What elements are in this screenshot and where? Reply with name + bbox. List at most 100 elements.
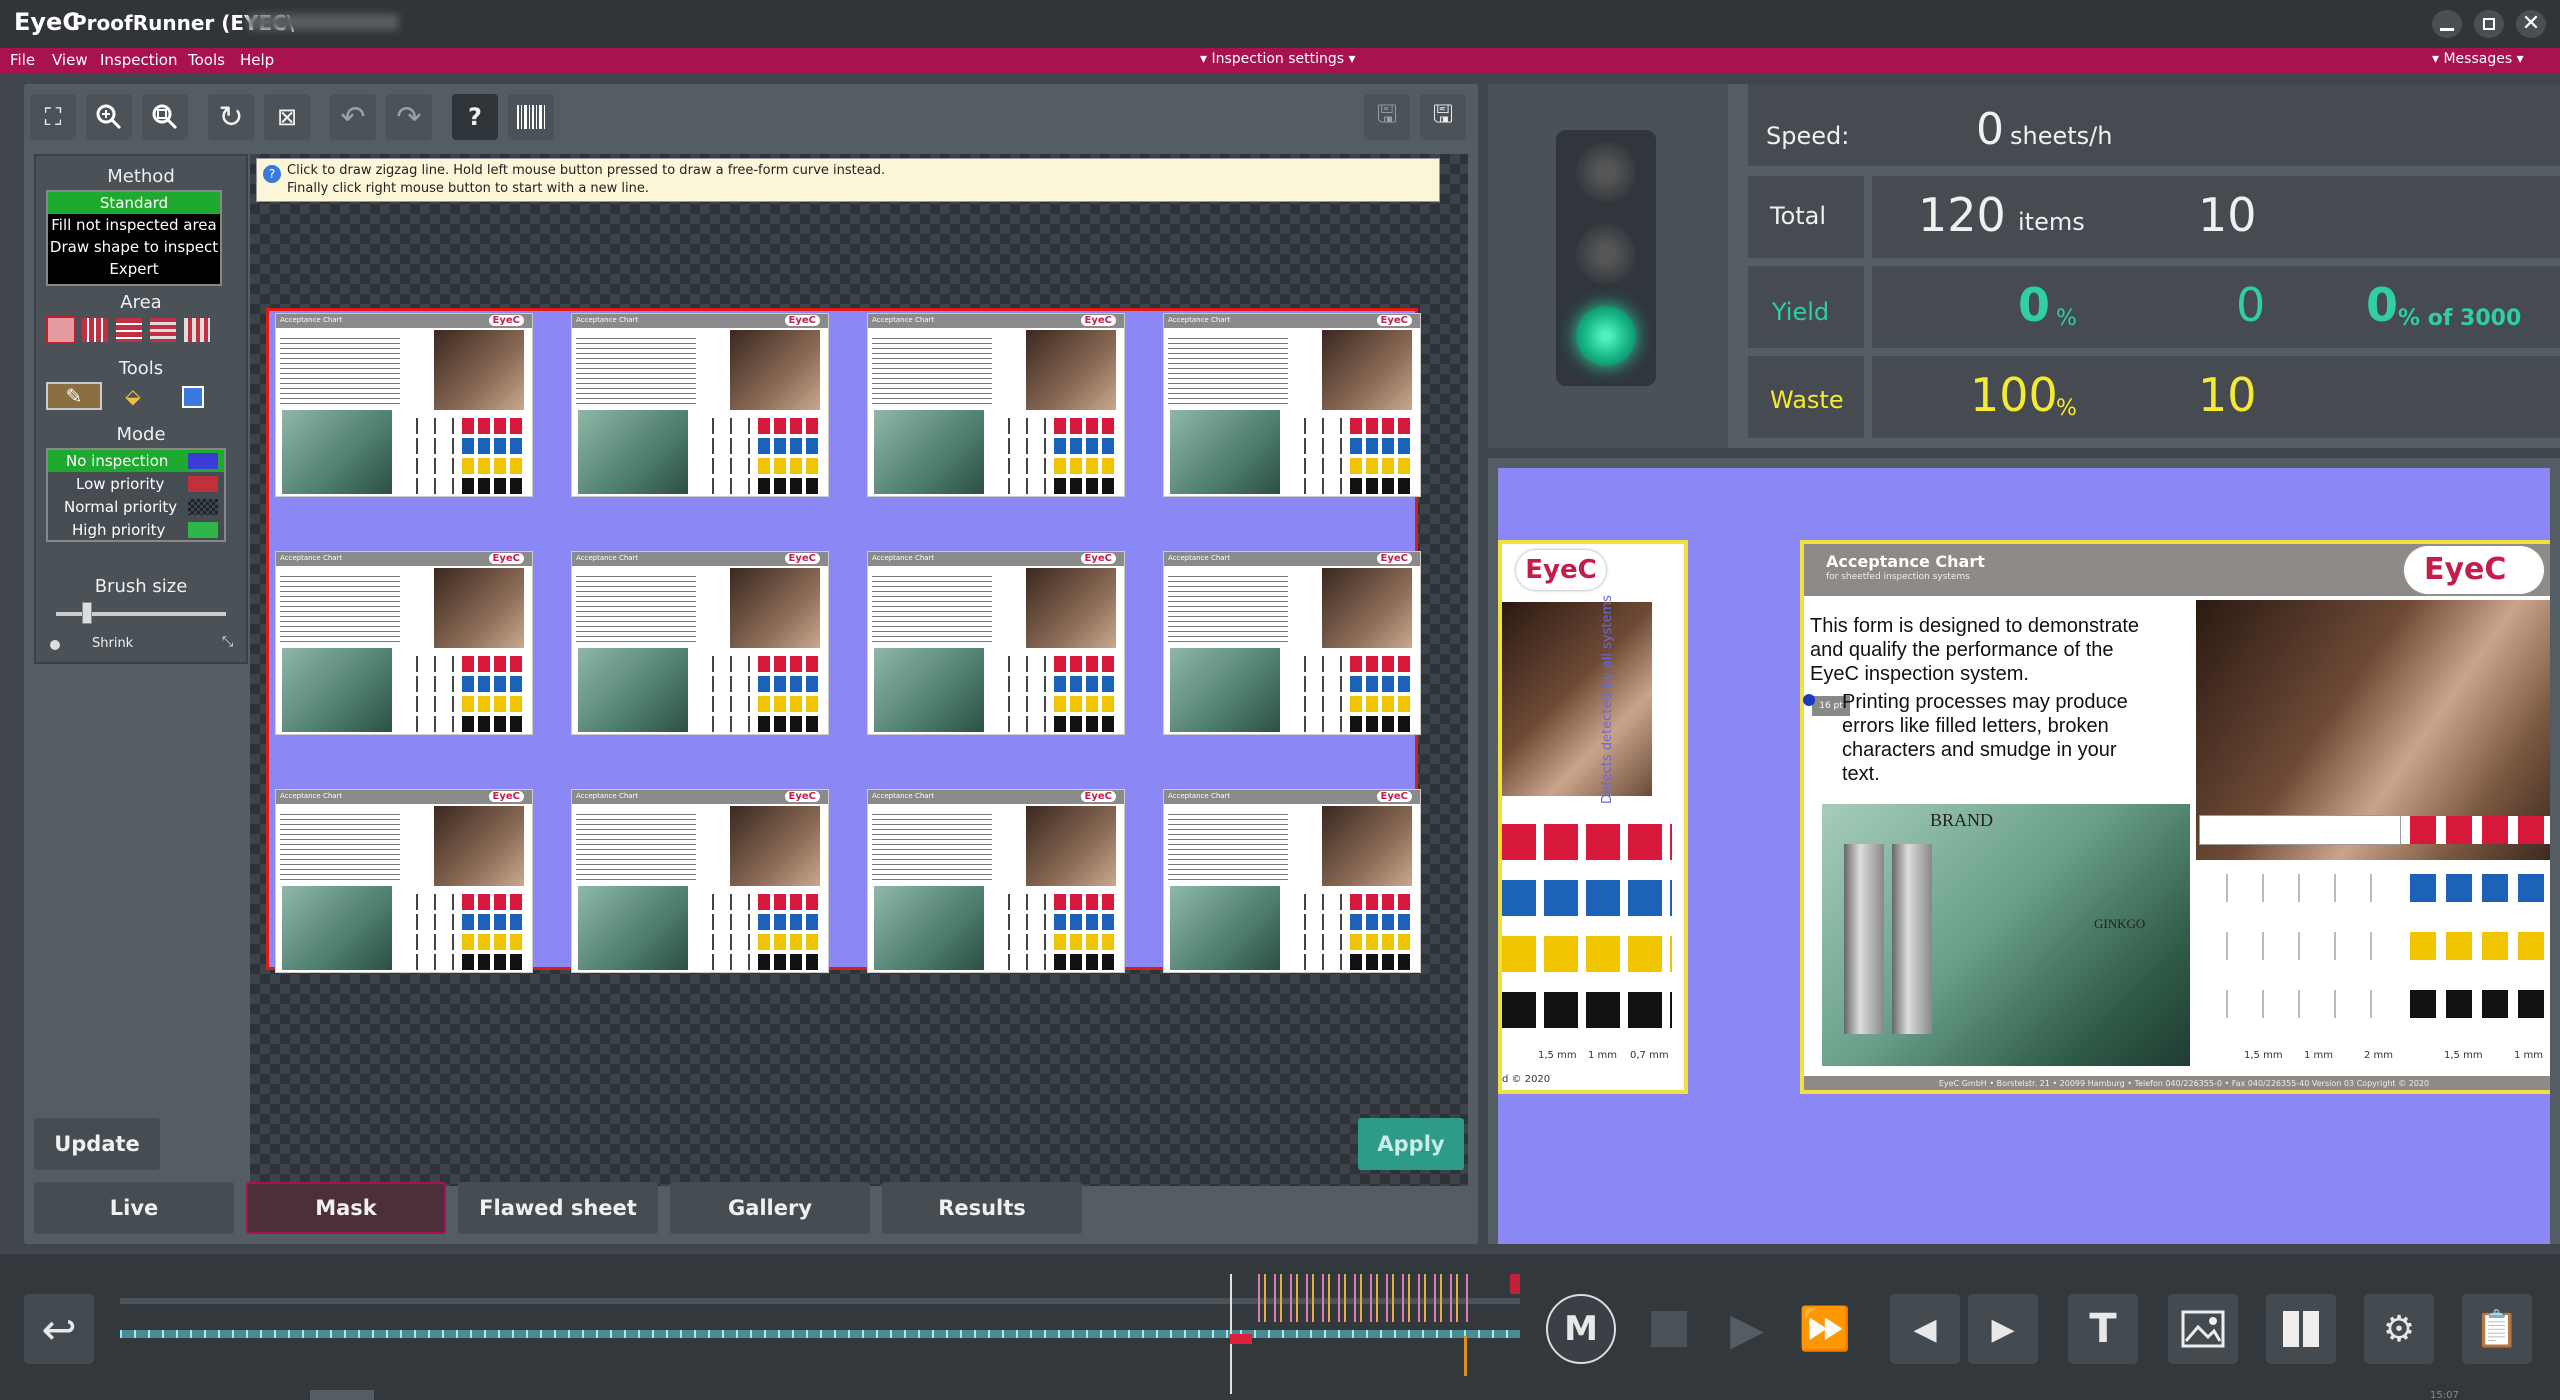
messages-menu[interactable]: ▾ Messages ▾ (2432, 51, 2524, 67)
sheet-cell-swatch-row (400, 914, 526, 930)
area-all-icon[interactable] (46, 316, 76, 344)
preview-chart-subtitle: for sheetfed inspection systems (1826, 572, 1970, 582)
total-value: 120 (1918, 188, 2006, 242)
restore-icon[interactable] (2474, 10, 2504, 38)
mask-editor-pane: ⛶ ↻ ⊠ ↶ ↷ ? 🖫 🖫 Method Standard Fill not… (24, 84, 1478, 1244)
minimize-icon[interactable] (2432, 10, 2462, 38)
preview-left-vertical-text: Defects detected by all systems (1600, 595, 1615, 804)
refresh-icon[interactable]: ↻ (208, 94, 254, 140)
apply-button[interactable]: Apply (1358, 1118, 1464, 1170)
shrink-checkbox[interactable] (50, 640, 60, 650)
inspection-settings-menu[interactable]: ▾ Inspection settings ▾ (1200, 51, 1356, 67)
sheet-cell-product (874, 886, 984, 970)
pen-tool-icon[interactable]: ✎ (46, 382, 102, 410)
help-icon[interactable]: ? (452, 94, 498, 140)
sheet-mask[interactable]: Acceptance Chart EyeC Acceptance Chart EyeC… (266, 308, 1421, 973)
undo-icon[interactable]: ↶ (330, 94, 376, 140)
prev-icon[interactable]: ◀ (1890, 1294, 1960, 1364)
area-grid-icon[interactable] (82, 318, 108, 342)
mask-canvas[interactable]: ? Click to draw zigzag line. Hold left m… (250, 154, 1468, 1186)
menu-tools[interactable]: Tools (188, 51, 225, 69)
method-expert[interactable]: Expert (48, 258, 220, 280)
text-icon[interactable]: T (2068, 1294, 2138, 1364)
redo-icon[interactable]: ↷ (386, 94, 432, 140)
sheet-cell-swatch-row (400, 458, 526, 474)
mode-no-inspection[interactable]: No inspection (48, 450, 224, 472)
fit-icon[interactable]: ⛶ (30, 94, 76, 140)
save-icon[interactable]: 🖫 (1364, 94, 1410, 140)
tab-results[interactable]: Results (882, 1182, 1082, 1234)
clipboard-check-icon[interactable]: 📋 (2462, 1294, 2532, 1364)
preview-left-portrait (1502, 602, 1652, 796)
save-as-icon[interactable]: 🖫 (1420, 94, 1466, 140)
mode-normal-priority[interactable]: Normal priority (48, 496, 224, 518)
mode-low-priority[interactable]: Low priority (48, 473, 224, 495)
rectangle-tool-icon[interactable] (182, 386, 204, 408)
zoom-in-icon[interactable] (86, 94, 132, 140)
preview-swatches (2199, 815, 2550, 1066)
play-icon[interactable]: ▶ (1712, 1294, 1782, 1364)
tab-live[interactable]: Live (34, 1182, 234, 1234)
sheet-cell-logo: EyeC (488, 315, 524, 326)
sheet-cell-swatch-row (696, 438, 822, 454)
barcode-icon[interactable] (508, 94, 554, 140)
timeline[interactable] (120, 1274, 1520, 1394)
image-icon[interactable] (2168, 1294, 2238, 1364)
sheet-cell-logo: EyeC (1376, 315, 1412, 326)
window-title-blurred (248, 14, 398, 30)
camera-settings-icon[interactable]: ⚙ (2364, 1294, 2434, 1364)
sheet-cell-swatch-row (992, 656, 1118, 672)
clock: 15:07 (2430, 1390, 2459, 1400)
fill-tool-icon[interactable]: ⬙ (116, 382, 150, 410)
method-draw-shape[interactable]: Draw shape to inspect (48, 236, 220, 258)
sheet-cell-title: Acceptance Chart (280, 792, 343, 800)
sheet-cell-swatch-row (992, 696, 1118, 712)
timeline-events (1250, 1274, 1470, 1322)
delete-selection-icon[interactable]: ⊠ (264, 94, 310, 140)
sheet-cell-text (576, 334, 696, 404)
next-icon[interactable]: ▶ (1968, 1294, 2038, 1364)
tab-gallery[interactable]: Gallery (670, 1182, 870, 1234)
sheet-cell-swatch-row (400, 676, 526, 692)
yield-label: Yield (1772, 298, 1830, 326)
waste-percent: 100 (1970, 368, 2058, 422)
sheet-cell-swatch-row (1288, 478, 1414, 494)
sheet-cell-swatch-row (696, 934, 822, 950)
zoom-region-icon[interactable] (142, 94, 188, 140)
sheet-cell: Acceptance Chart EyeC (1163, 313, 1421, 497)
sheet-cell: Acceptance Chart EyeC (275, 551, 533, 735)
method-fill-not-inspected[interactable]: Fill not inspected area (48, 214, 220, 236)
tab-mask[interactable]: Mask (246, 1182, 446, 1234)
mode-high-priority[interactable]: High priority (48, 519, 224, 541)
area-grid-red-icon[interactable] (116, 318, 142, 342)
back-icon[interactable]: ↩ (24, 1294, 94, 1364)
sheet-cell-portrait (434, 568, 524, 648)
sheet-cell-swatch-row (992, 676, 1118, 692)
preview-para-1: This form is designed to demonstrate and… (1810, 615, 2140, 685)
marker-icon[interactable]: M (1546, 1294, 1616, 1364)
area-columns-icon[interactable] (184, 318, 210, 342)
expand-icon[interactable]: ⤡ (222, 634, 233, 650)
sheet-cell-swatch-row (1288, 676, 1414, 692)
menu-inspection[interactable]: Inspection (100, 51, 177, 69)
sheet-cell-product (874, 648, 984, 732)
fast-forward-icon[interactable]: ⏩ (1790, 1294, 1860, 1364)
menu-file[interactable]: File (10, 51, 35, 69)
menu-help[interactable]: Help (240, 51, 274, 69)
preview-logo: EyeC (2404, 546, 2544, 594)
area-rows-icon[interactable] (150, 318, 176, 342)
method-standard[interactable]: Standard (48, 192, 220, 214)
total-label: Total (1770, 202, 1827, 230)
bottom-scrollbar[interactable] (310, 1390, 374, 1400)
statistics-pane: Speed: 0 sheets/h Total 120 items 10 Yie… (1488, 84, 2560, 448)
tab-flawed-sheet[interactable]: Flawed sheet (458, 1182, 658, 1234)
close-icon[interactable]: ✕ (2516, 10, 2546, 38)
sheet-cell-logo: EyeC (784, 315, 820, 326)
update-button[interactable]: Update (34, 1118, 160, 1170)
brush-size-slider-handle[interactable] (82, 602, 92, 624)
preview-canvas[interactable]: EyeC Defects detected by all systems 1,5… (1498, 468, 2550, 1244)
sheet-cell-portrait (1322, 330, 1412, 410)
stop-icon[interactable] (1634, 1294, 1704, 1364)
split-view-icon[interactable] (2266, 1294, 2336, 1364)
menu-view[interactable]: View (52, 51, 88, 69)
